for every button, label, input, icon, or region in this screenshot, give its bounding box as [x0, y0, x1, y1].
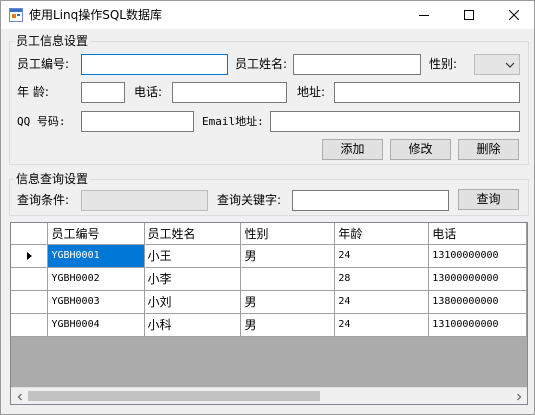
add-button[interactable]: 添加 — [322, 139, 383, 160]
minimize-button[interactable] — [402, 1, 446, 29]
table-cell[interactable]: 28 — [334, 267, 430, 291]
table-cell[interactable]: YGBH0002 — [47, 267, 145, 291]
phone-field[interactable] — [172, 82, 287, 103]
phone-label: 电话: — [134, 85, 163, 99]
column-header-gender[interactable]: 性别 — [240, 223, 336, 245]
query-condition-label: 查询条件: — [17, 193, 70, 207]
employee-id-field[interactable] — [81, 54, 228, 75]
table-cell[interactable]: 男 — [240, 290, 336, 314]
query-button[interactable]: 查询 — [458, 189, 519, 210]
email-label: Email地址: — [202, 115, 264, 128]
delete-button[interactable]: 删除 — [458, 139, 519, 160]
row-header[interactable] — [11, 244, 49, 268]
scroll-left-button[interactable] — [11, 388, 28, 404]
table-cell[interactable]: 24 — [334, 290, 430, 314]
scroll-right-button[interactable] — [510, 388, 527, 404]
email-field[interactable] — [270, 111, 520, 132]
chevron-down-icon — [505, 62, 515, 68]
table-cell[interactable]: 小刘 — [144, 290, 242, 314]
row-header[interactable] — [11, 313, 49, 337]
address-label: 地址: — [297, 85, 326, 99]
age-field[interactable] — [81, 82, 125, 103]
main-window: 使用Linq操作SQL数据库 员工信息设置 员工编号: 员工姓名: 性别: 年 … — [0, 0, 535, 415]
table-row[interactable]: YGBH0001 小王 男 24 13100000000 — [11, 244, 527, 268]
scrollbar-thumb[interactable] — [28, 391, 320, 401]
maximize-icon — [464, 10, 474, 20]
address-field[interactable] — [334, 82, 520, 103]
row-header[interactable] — [11, 290, 49, 314]
column-header-employee-id[interactable]: 员工编号 — [47, 223, 145, 245]
column-header-age[interactable]: 年龄 — [334, 223, 430, 245]
table-cell[interactable]: 24 — [334, 244, 430, 268]
query-keyword-label: 查询关键字: — [217, 193, 282, 207]
gender-label: 性别: — [429, 57, 458, 71]
table-cell[interactable]: 13100000000 — [428, 313, 527, 337]
table-cell[interactable]: YGBH0003 — [47, 290, 145, 314]
employee-data-grid[interactable]: 员工编号 员工姓名 性别 年龄 电话 YGBH0001 小王 男 24 1310… — [10, 222, 528, 405]
window-title: 使用Linq操作SQL数据库 — [29, 8, 162, 22]
edit-button[interactable]: 修改 — [390, 139, 451, 160]
table-cell[interactable]: 小李 — [144, 267, 242, 291]
row-header-corner[interactable] — [11, 223, 49, 245]
column-header-employee-name[interactable]: 员工姓名 — [144, 223, 242, 245]
employee-info-group-title: 员工信息设置 — [14, 34, 91, 48]
age-label: 年 龄: — [17, 85, 49, 99]
gender-select[interactable] — [474, 54, 520, 75]
employee-table: 员工编号 员工姓名 性别 年龄 电话 YGBH0001 小王 男 24 1310… — [11, 223, 527, 337]
table-cell[interactable] — [240, 267, 336, 291]
query-keyword-field[interactable] — [292, 190, 449, 211]
table-cell[interactable]: YGBH0004 — [47, 313, 145, 337]
table-cell[interactable]: 小科 — [144, 313, 242, 337]
chevron-right-icon — [516, 393, 521, 400]
qq-label: QQ 号码: — [17, 115, 66, 128]
table-cell[interactable]: 小王 — [144, 244, 242, 268]
table-cell[interactable]: YGBH0001 — [47, 244, 145, 268]
query-condition-select[interactable] — [81, 190, 208, 211]
table-cell[interactable]: 13100000000 — [428, 244, 527, 268]
query-group-title: 信息查询设置 — [14, 172, 91, 186]
minimize-icon — [419, 15, 429, 16]
employee-name-field[interactable] — [293, 54, 421, 75]
close-button[interactable] — [492, 1, 534, 29]
table-row[interactable]: YGBH0003 小刘 男 24 13800000000 — [11, 290, 527, 314]
table-cell[interactable]: 男 — [240, 313, 336, 337]
table-row[interactable]: YGBH0002 小李 28 13000000000 — [11, 267, 527, 291]
current-row-arrow-icon — [26, 252, 32, 260]
column-header-phone[interactable]: 电话 — [428, 223, 527, 245]
winforms-app-icon — [9, 8, 23, 22]
table-cell[interactable]: 13000000000 — [428, 267, 527, 291]
employee-name-label: 员工姓名: — [235, 57, 288, 71]
row-header[interactable] — [11, 267, 49, 291]
qq-field[interactable] — [81, 111, 194, 132]
table-header-row: 员工编号 员工姓名 性别 年龄 电话 — [11, 223, 527, 245]
horizontal-scrollbar[interactable] — [11, 387, 527, 404]
table-cell[interactable]: 24 — [334, 313, 430, 337]
table-row[interactable]: YGBH0004 小科 男 24 13100000000 — [11, 313, 527, 337]
title-bar[interactable]: 使用Linq操作SQL数据库 — [1, 1, 534, 29]
table-cell[interactable]: 男 — [240, 244, 336, 268]
close-icon — [509, 10, 519, 20]
maximize-button[interactable] — [447, 1, 491, 29]
table-cell[interactable]: 13800000000 — [428, 290, 527, 314]
chevron-left-icon — [17, 393, 22, 400]
employee-id-label: 员工编号: — [17, 57, 70, 71]
